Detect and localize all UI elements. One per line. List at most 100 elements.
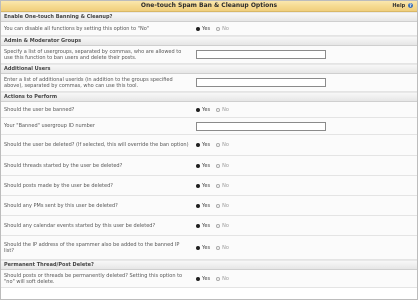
setting-control [189, 78, 417, 87]
radio-yes[interactable]: Yes [196, 203, 210, 209]
radio-label: Yes [202, 244, 211, 251]
radio-label: Yes [202, 25, 211, 32]
setting-row: You can disable all functions by setting… [1, 22, 417, 36]
radio-yes[interactable]: Yes [196, 276, 210, 282]
setting-row: Enter a list of additional userids (in a… [1, 74, 417, 92]
radio-button-icon[interactable] [216, 183, 221, 188]
radio-yes[interactable]: Yes [196, 142, 210, 148]
radio-label: Yes [202, 182, 211, 189]
radio-button-icon[interactable] [196, 163, 200, 168]
radio-label: No [222, 202, 229, 209]
radio-label: No [222, 162, 229, 169]
section-heading: Admin & Moderator Groups [1, 36, 417, 46]
radio-no[interactable]: No [216, 183, 229, 189]
setting-label: Should any calendar events started by th… [4, 222, 156, 229]
radio-yes[interactable]: Yes [196, 183, 210, 189]
radio-yes[interactable]: Yes [196, 26, 210, 32]
radio-label: Yes [202, 142, 211, 148]
radio-button-icon[interactable] [196, 203, 200, 208]
setting-row: Should any calendar events started by th… [1, 216, 417, 236]
radio-label: No [222, 142, 229, 148]
text-input[interactable] [196, 50, 326, 59]
setting-row: Your "Banned" usergroup ID number [1, 118, 417, 135]
radio-button-icon[interactable] [216, 203, 221, 208]
radio-label: Yes [202, 162, 211, 169]
setting-control: Yes No [189, 203, 417, 209]
setting-label: Should the user be banned? [4, 106, 75, 113]
help-label: Help [392, 3, 406, 9]
setting-row: Specify a list of usergroups, separated … [1, 46, 417, 64]
setting-row: Should posts or threads be permanently d… [1, 270, 417, 288]
settings-panel: One-touch Spam Ban & Cleanup Options Hel… [0, 0, 418, 300]
setting-row: Should the user be banned? Yes No [1, 102, 417, 118]
setting-label: Should the user be deleted? (If selected… [4, 142, 189, 148]
setting-control: Yes No [189, 245, 417, 251]
setting-control: Yes No [189, 163, 417, 169]
radio-no[interactable]: No [216, 26, 229, 32]
settings-sections: Enable One-touch Banning & Cleanup? You c… [1, 12, 417, 288]
setting-label: Enter a list of additional userids (in a… [4, 76, 173, 89]
radio-button-icon[interactable] [216, 276, 221, 281]
radio-yes[interactable]: Yes [196, 223, 210, 229]
setting-control: Yes No [189, 107, 417, 113]
setting-label: Should posts made by the user be deleted… [4, 182, 113, 189]
radio-button-icon[interactable] [196, 276, 200, 281]
radio-label: Yes [202, 202, 211, 209]
section-heading: Additional Users [1, 64, 417, 74]
radio-label: No [222, 275, 229, 282]
radio-label: No [222, 25, 229, 32]
radio-yes[interactable]: Yes [196, 245, 210, 251]
radio-button-icon[interactable] [216, 26, 221, 31]
radio-button-icon[interactable] [196, 143, 200, 147]
radio-label: No [222, 182, 229, 189]
setting-control: Yes No [189, 223, 417, 229]
setting-label: Should threads started by the user be de… [4, 162, 123, 169]
radio-button-icon[interactable] [216, 163, 221, 168]
setting-row: Should any PMs sent by this user be dele… [1, 196, 417, 216]
radio-no[interactable]: No [216, 142, 229, 148]
section-heading: Permanent Thread/Post Delete? [1, 260, 417, 270]
radio-button-icon[interactable] [216, 223, 221, 228]
setting-control [189, 121, 417, 131]
radio-button-icon[interactable] [216, 143, 221, 147]
radio-yes[interactable]: Yes [196, 107, 210, 113]
radio-label: Yes [202, 275, 211, 282]
radio-button-icon[interactable] [196, 183, 200, 188]
radio-button-icon[interactable] [196, 223, 200, 228]
setting-label: Should posts or threads be permanently d… [4, 272, 183, 285]
radio-label: No [222, 106, 229, 113]
setting-label: You can disable all functions by setting… [4, 25, 150, 32]
section-heading: Enable One-touch Banning & Cleanup? [1, 12, 417, 22]
radio-label: No [222, 222, 229, 229]
question-icon: ? [408, 3, 413, 8]
setting-control: Yes No [189, 276, 417, 282]
setting-row: Should the IP address of the spammer als… [1, 236, 417, 260]
radio-button-icon[interactable] [216, 107, 221, 112]
radio-button-icon[interactable] [196, 245, 200, 250]
text-input[interactable] [196, 78, 326, 87]
radio-label: No [222, 244, 229, 251]
setting-row: Should posts made by the user be deleted… [1, 176, 417, 196]
radio-no[interactable]: No [216, 276, 229, 282]
radio-label: Yes [202, 222, 211, 229]
help-button[interactable]: Help ? [392, 1, 413, 11]
radio-button-icon[interactable] [196, 26, 200, 31]
setting-row: Should threads started by the user be de… [1, 156, 417, 176]
text-input[interactable] [196, 121, 326, 131]
radio-button-icon[interactable] [196, 107, 200, 112]
radio-yes[interactable]: Yes [196, 163, 210, 169]
radio-button-icon[interactable] [216, 245, 221, 250]
setting-label: Should the IP address of the spammer als… [4, 241, 180, 254]
setting-control [189, 50, 417, 59]
radio-no[interactable]: No [216, 203, 229, 209]
radio-no[interactable]: No [216, 107, 229, 113]
setting-control: Yes No [189, 142, 417, 148]
panel-header: One-touch Spam Ban & Cleanup Options Hel… [1, 1, 417, 12]
panel-title: One-touch Spam Ban & Cleanup Options [140, 2, 278, 9]
setting-label: Should any PMs sent by this user be dele… [4, 202, 118, 209]
radio-label: Yes [202, 106, 211, 113]
radio-no[interactable]: No [216, 163, 229, 169]
radio-no[interactable]: No [216, 245, 229, 251]
section-heading: Actions to Perform [1, 92, 417, 102]
radio-no[interactable]: No [216, 223, 229, 229]
